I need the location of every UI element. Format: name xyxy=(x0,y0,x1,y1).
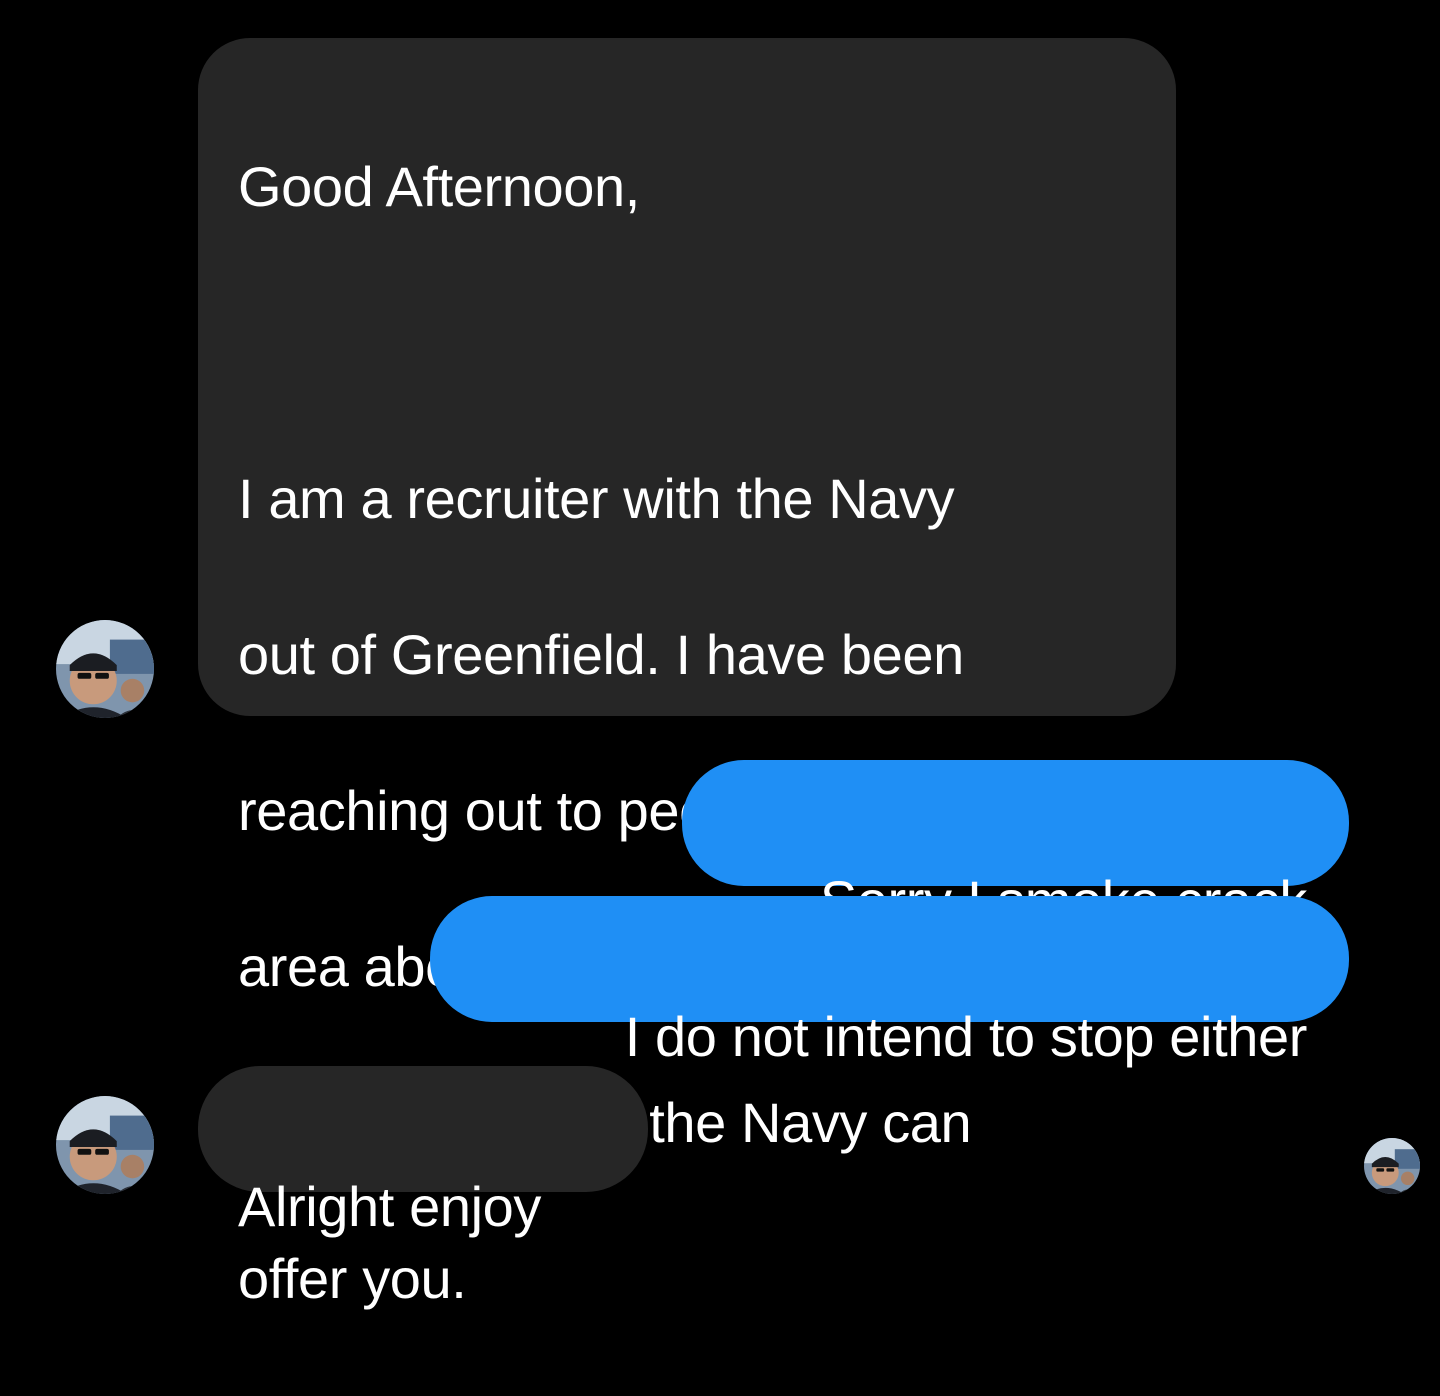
sender-avatar[interactable] xyxy=(56,1096,154,1194)
message-line: Good Afternoon, xyxy=(238,155,640,218)
outgoing-message-bubble[interactable]: I do not intend to stop either xyxy=(430,896,1349,1068)
incoming-message-bubble[interactable]: Alright enjoy xyxy=(198,1066,648,1238)
message-line: offer you. xyxy=(238,1247,467,1310)
read-receipt-icon xyxy=(1364,1138,1420,1194)
read-receipt-avatar xyxy=(1364,1138,1420,1194)
message-text: Alright enjoy xyxy=(238,1175,541,1238)
message-line: out of Greenfield. I have been xyxy=(238,623,964,686)
sender-avatar[interactable] xyxy=(56,620,154,718)
profile-photo-icon xyxy=(56,620,154,718)
message-text: I do not intend to stop either xyxy=(624,1005,1308,1068)
outgoing-message-bubble[interactable]: Sorry I smoke crack xyxy=(682,760,1349,932)
incoming-message-bubble[interactable]: Good Afternoon, I am a recruiter with th… xyxy=(198,38,1176,1310)
message-line: I am a recruiter with the Navy xyxy=(238,467,955,530)
message-thread: Good Afternoon, I am a recruiter with th… xyxy=(0,0,1440,1310)
profile-photo-icon xyxy=(56,1096,154,1194)
message-line xyxy=(238,304,1136,382)
